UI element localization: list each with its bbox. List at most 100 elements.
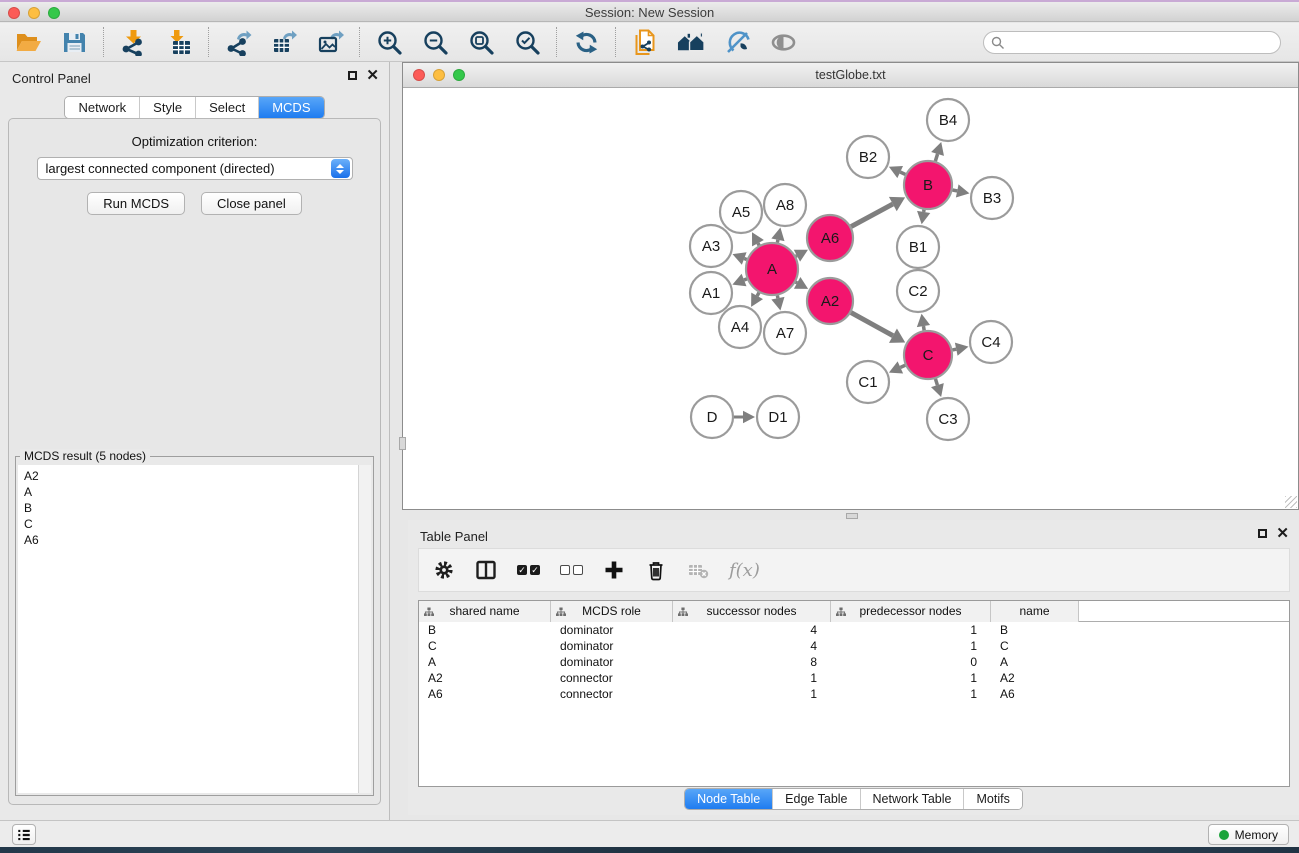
home-icon[interactable] [677,28,705,56]
graph-node-C[interactable]: C [904,331,952,379]
graph-node-D1[interactable]: D1 [757,396,799,438]
tab-motifs[interactable]: Motifs [963,789,1021,809]
graph-edge-C-C4[interactable] [952,349,956,350]
memory-button[interactable]: Memory [1208,824,1289,845]
graph-node-B1[interactable]: B1 [897,226,939,268]
graph-node-A7[interactable]: A7 [764,312,806,354]
network-canvas[interactable]: AA6A2BCA1A3A4A5A7A8B1B2B3B4C1C2C3C4DD1 [403,88,1298,509]
column-header-name[interactable]: name [991,601,1079,622]
vizmapper-icon[interactable] [723,28,751,56]
close-table-panel-icon[interactable]: ✕ [1276,528,1289,539]
graph-edge-C-C1[interactable] [900,365,905,367]
graph-edge-A-A6[interactable] [796,256,797,257]
list-item[interactable]: B [24,500,358,516]
table-row[interactable]: Cdominator41C [419,638,1289,654]
unselect-all-columns-icon[interactable] [560,565,583,575]
graph-edge-A-A5[interactable] [758,243,759,245]
graph-node-C2[interactable]: C2 [897,270,939,312]
desktop-horizontal-scrollbar[interactable] [846,513,858,519]
graph-node-C4[interactable]: C4 [970,321,1012,363]
delete-columns-icon[interactable] [645,559,667,581]
tab-edge-table[interactable]: Edge Table [772,789,859,809]
graph-edge-B-B4[interactable] [935,154,937,161]
graph-edge-A-A1[interactable] [744,279,747,280]
graph-edge-A-A7[interactable] [777,295,778,298]
desktop-vertical-scrollbar[interactable] [399,437,406,450]
graph-node-A5[interactable]: A5 [720,191,762,233]
import-network-icon[interactable] [119,28,147,56]
delete-table-icon[interactable] [687,559,709,581]
table-row[interactable]: A6connector11A6 [419,686,1289,702]
zoom-fit-icon[interactable] [467,28,495,56]
float-table-panel-icon[interactable] [1258,529,1267,538]
tab-style[interactable]: Style [139,97,195,118]
table-row[interactable]: Adominator80A [419,654,1289,670]
graph-node-A4[interactable]: A4 [719,306,761,348]
tab-network[interactable]: Network [65,97,139,118]
column-header-mcds-role[interactable]: MCDS role [551,601,673,622]
graph-node-D[interactable]: D [691,396,733,438]
tab-mcds[interactable]: MCDS [258,97,323,118]
graph-node-A2[interactable]: A2 [807,278,853,324]
graph-node-B[interactable]: B [904,161,952,209]
save-session-icon[interactable] [60,28,88,56]
graph-edge-B-B2[interactable] [900,172,905,174]
open-session-icon[interactable] [14,28,42,56]
search-input[interactable] [983,31,1281,54]
float-panel-icon[interactable] [348,71,357,80]
task-history-button[interactable] [12,824,36,845]
table-row[interactable]: A2connector11A2 [419,670,1289,686]
resize-grip[interactable] [1285,496,1297,508]
graph-node-B2[interactable]: B2 [847,136,889,178]
graph-edge-A6-B[interactable] [851,204,893,227]
list-item[interactable]: C [24,516,358,532]
import-table-icon[interactable] [165,28,193,56]
graph-node-B3[interactable]: B3 [971,177,1013,219]
graph-edge-A-A3[interactable] [744,259,747,260]
export-network-icon[interactable] [224,28,252,56]
tab-network-table[interactable]: Network Table [860,789,964,809]
apply-function-icon[interactable]: f(x) [729,560,760,581]
tab-node-table[interactable]: Node Table [685,789,772,809]
graph-node-A[interactable]: A [746,243,798,295]
optimization-criterion-select[interactable]: largest connected component (directed) [37,157,353,180]
select-all-columns-icon[interactable]: ✓✓ [517,565,540,575]
refresh-icon[interactable] [572,28,600,56]
zoom-out-icon[interactable] [421,28,449,56]
run-mcds-button[interactable]: Run MCDS [87,192,185,215]
network-window-titlebar[interactable]: testGlobe.txt [403,63,1298,88]
graph-edge-B-B3[interactable] [952,190,957,191]
close-panel-button[interactable]: Close panel [201,192,302,215]
graph-node-A8[interactable]: A8 [764,184,806,226]
open-network-manager-icon[interactable] [631,28,659,56]
add-column-icon[interactable] [603,559,625,581]
zoom-selected-icon[interactable] [513,28,541,56]
mcds-result-list[interactable]: A2ABCA6 [18,465,358,793]
show-columns-icon[interactable] [475,559,497,581]
table-settings-icon[interactable] [433,559,455,581]
list-item[interactable]: A [24,484,358,500]
graph-node-A3[interactable]: A3 [690,225,732,267]
graph-edge-A-A4[interactable] [757,293,759,296]
graph-node-A1[interactable]: A1 [690,272,732,314]
export-table-icon[interactable] [270,28,298,56]
graph-edge-A2-C[interactable] [851,313,893,336]
graph-node-A6[interactable]: A6 [807,215,853,261]
result-list-scrollbar[interactable] [358,465,371,793]
tab-select[interactable]: Select [195,97,258,118]
column-header-shared-name[interactable]: shared name [419,601,551,622]
zoom-in-icon[interactable] [375,28,403,56]
graph-edge-C-C3[interactable] [935,379,937,385]
close-panel-icon[interactable]: ✕ [366,70,379,81]
graph-node-C1[interactable]: C1 [847,361,889,403]
graph-edge-A-A2[interactable] [796,282,798,283]
graph-edge-A-A8[interactable] [777,240,778,243]
graph-edge-C-C2[interactable] [923,326,924,330]
list-item[interactable]: A6 [24,532,358,548]
graph-node-C3[interactable]: C3 [927,398,969,440]
column-header-successor-nodes[interactable]: successor nodes [673,601,831,622]
show-hide-graphics-icon[interactable] [769,28,797,56]
export-image-icon[interactable] [316,28,344,56]
column-header-predecessor-nodes[interactable]: predecessor nodes [831,601,991,622]
list-item[interactable]: A2 [24,468,358,484]
